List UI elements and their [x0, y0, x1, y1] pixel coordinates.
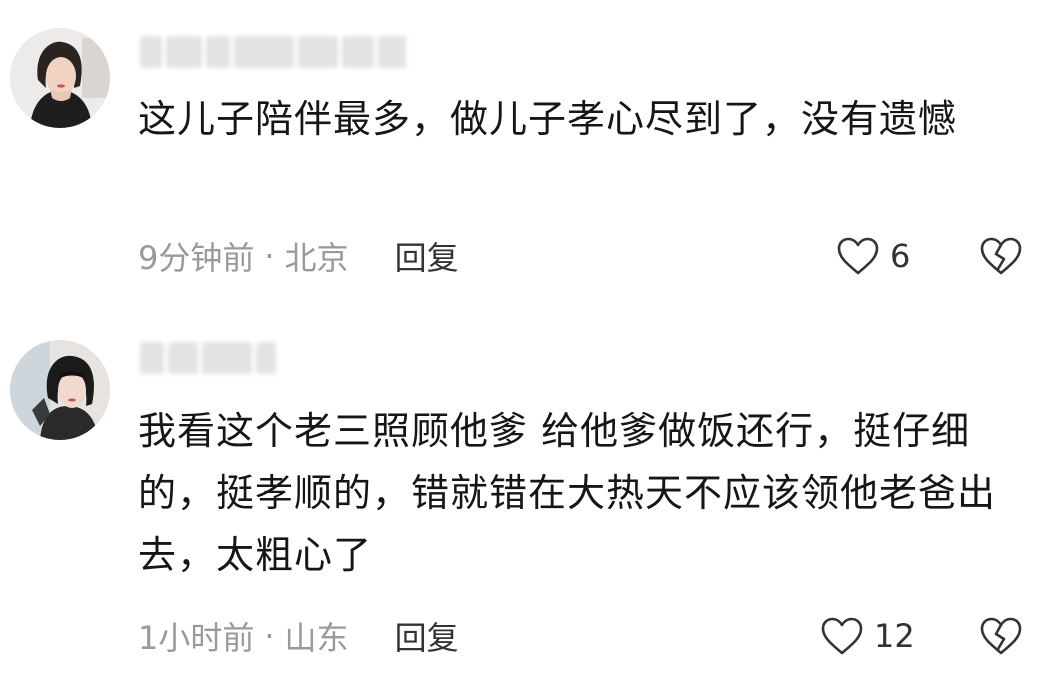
meta-separator: ·	[264, 617, 275, 655]
comment-time: 9分钟前	[138, 239, 255, 277]
heart-outline-icon	[821, 617, 863, 655]
comment-item: 这儿子陪伴最多，做儿子孝心尽到了，没有遗憾 9分钟前 · 北京 回复 6	[0, 0, 1054, 300]
avatar[interactable]	[10, 28, 110, 128]
meta-separator: ·	[264, 237, 275, 275]
dislike-button[interactable]	[978, 234, 1024, 278]
reply-button[interactable]: 回复	[395, 233, 459, 279]
username-redacted[interactable]	[140, 36, 406, 68]
like-button[interactable]: 6	[836, 234, 910, 278]
reply-button[interactable]: 回复	[395, 613, 459, 659]
like-count: 12	[874, 617, 915, 655]
comment-meta: 1小时前 · 山东 回复	[138, 614, 459, 658]
comment-item: 我看这个老三照顾他爹 给他爹做饭还行，挺仔细的，挺孝顺的，错就错在大热天不应该领…	[0, 300, 1054, 684]
comment-location: 山东	[284, 619, 349, 657]
comment-time: 1小时前	[138, 619, 255, 657]
broken-heart-icon	[980, 237, 1022, 275]
comment-meta: 9分钟前 · 北京 回复	[138, 234, 459, 278]
heart-outline-icon	[837, 237, 879, 275]
dislike-button[interactable]	[978, 614, 1024, 658]
avatar[interactable]	[10, 340, 110, 440]
comment-text: 我看这个老三照顾他爹 给他爹做饭还行，挺仔细的，挺孝顺的，错就错在大热天不应该领…	[138, 409, 997, 577]
like-count: 6	[890, 237, 911, 275]
like-button[interactable]: 12	[820, 614, 915, 658]
comment-text: 这儿子陪伴最多，做儿子孝心尽到了，没有遗憾	[138, 97, 958, 141]
broken-heart-icon	[980, 617, 1022, 655]
username-redacted[interactable]	[140, 342, 276, 374]
comment-location: 北京	[284, 239, 349, 277]
